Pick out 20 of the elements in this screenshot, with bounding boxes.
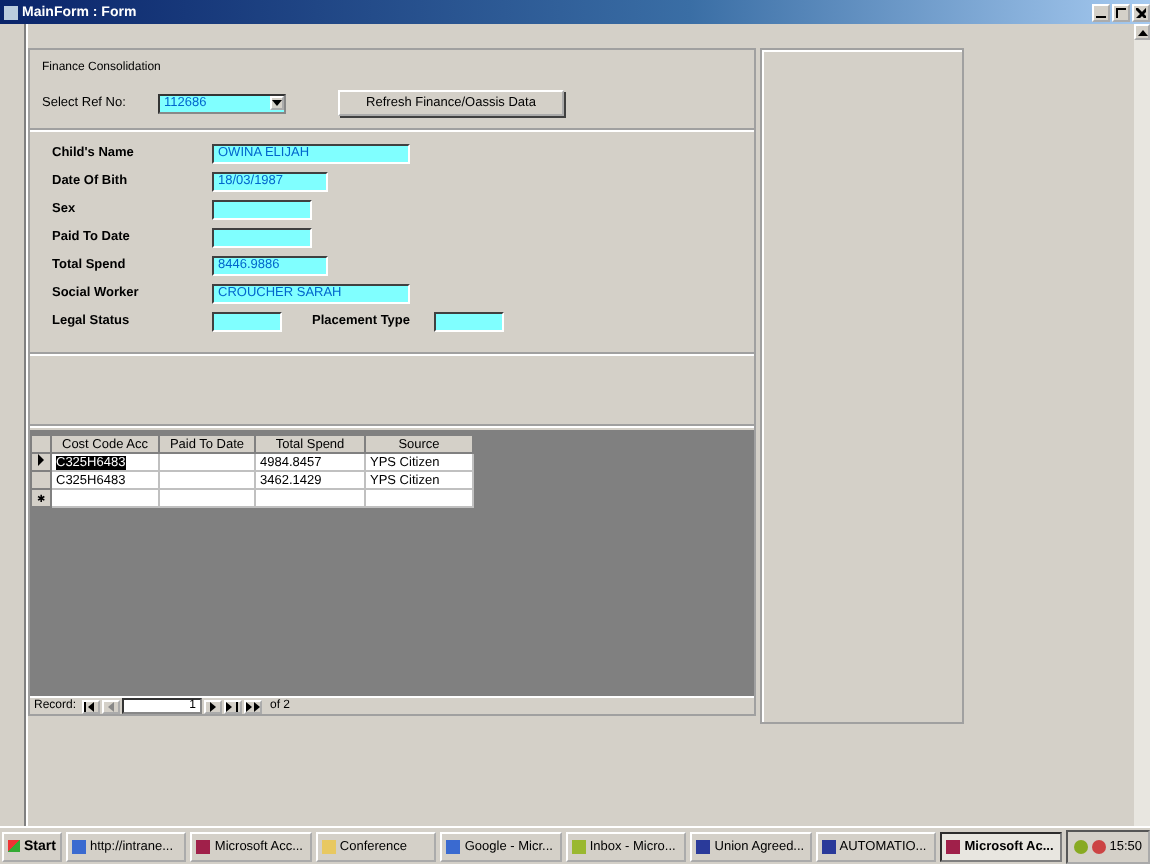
first-record-button[interactable]: [82, 699, 101, 713]
text-field[interactable]: [212, 199, 312, 219]
maximize-icon: [1116, 7, 1126, 17]
close-button[interactable]: [1132, 3, 1150, 21]
scroll-up-arrow-icon[interactable]: [1134, 24, 1150, 40]
last-record-button[interactable]: [224, 699, 243, 713]
text-field[interactable]: [212, 227, 312, 247]
windows-logo-icon: [8, 840, 20, 852]
close-icon: [1136, 7, 1146, 17]
table-cell: [159, 453, 255, 471]
minimize-button[interactable]: [1092, 3, 1110, 21]
vertical-scrollbar[interactable]: [1134, 24, 1150, 826]
corner-cell[interactable]: [31, 435, 51, 453]
dropdown-arrow-icon[interactable]: [270, 96, 284, 110]
form-icon: [4, 5, 18, 19]
next-record-button[interactable]: [204, 699, 223, 713]
text-field[interactable]: [434, 311, 504, 331]
maximize-button[interactable]: [1112, 3, 1130, 21]
text-field[interactable]: [212, 311, 282, 331]
new-record-button[interactable]: [244, 699, 263, 713]
